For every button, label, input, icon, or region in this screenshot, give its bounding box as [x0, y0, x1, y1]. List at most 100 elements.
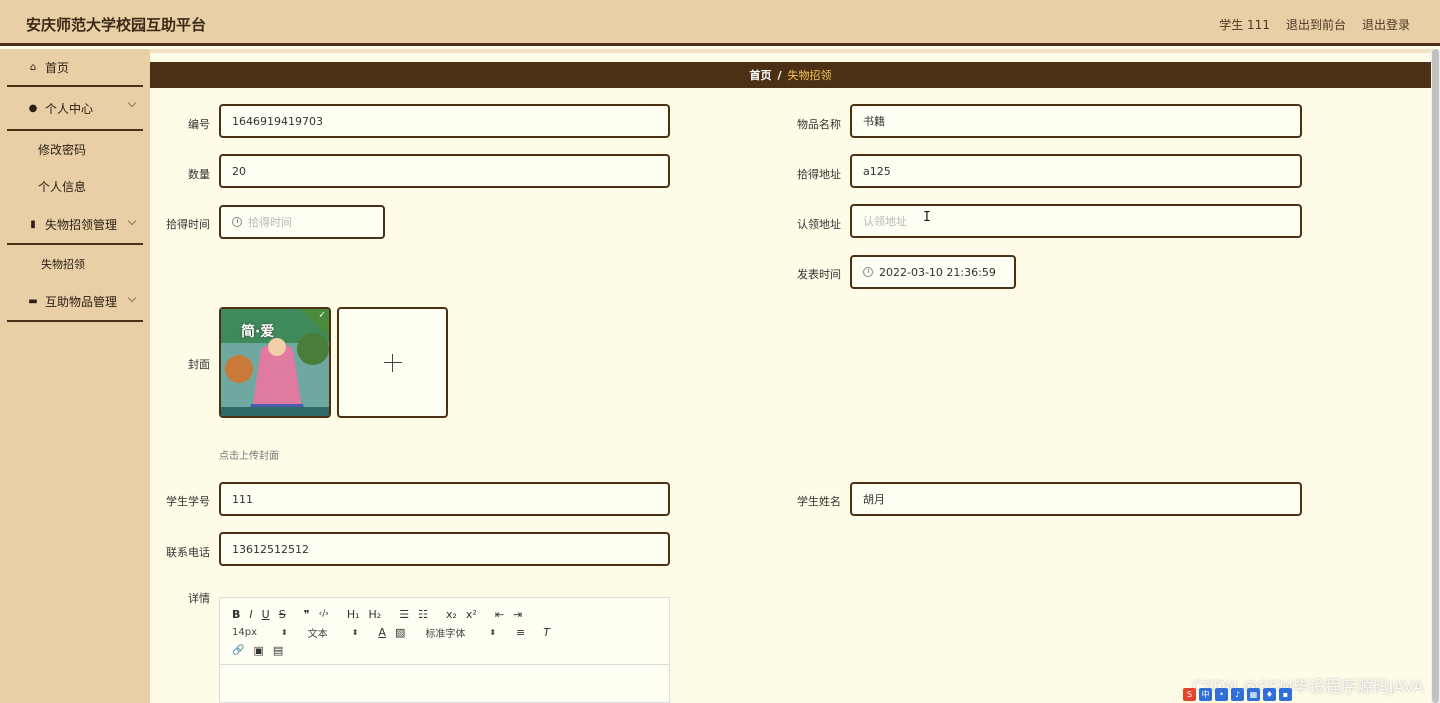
clock-icon — [863, 267, 873, 277]
ime-language-icon[interactable]: 中 — [1199, 688, 1212, 701]
sidebar-item-label: 个人信息 — [38, 180, 87, 194]
logout-link[interactable]: 退出登录 — [1362, 16, 1410, 33]
sidebar-item-personal-center[interactable]: ● 个人中心 — [7, 87, 143, 131]
cover-upload-button[interactable] — [337, 307, 448, 418]
sidebar-item-home[interactable]: ⌂ 首页 — [7, 49, 143, 87]
text-cursor-icon: I — [923, 210, 931, 225]
plus-icon — [383, 353, 402, 372]
breadcrumb-home[interactable]: 首页 — [749, 67, 771, 83]
details-label: 详情 — [188, 592, 210, 605]
indent-button[interactable]: ⇥ — [513, 608, 522, 621]
strike-button[interactable]: S — [279, 608, 286, 621]
blockquote-button[interactable]: ❞ — [304, 608, 310, 621]
clear-format-icon[interactable]: T — [543, 626, 550, 639]
id-field[interactable]: 1646919419703 — [219, 104, 670, 138]
skin-icon[interactable]: ♦ — [1263, 688, 1276, 701]
align-icon[interactable]: ≡ — [516, 626, 525, 639]
sidebar-item-label: 失物招领 — [41, 257, 85, 271]
phone-field[interactable]: 13612512512 — [219, 532, 670, 566]
image-icon[interactable]: ▣ — [253, 644, 263, 657]
text-type-value: 文本 — [307, 628, 328, 640]
publish-time-value: 2022-03-10 21:36:59 — [879, 265, 996, 279]
sidebar-item-mutual-aid-management[interactable]: ▬ 互助物品管理 — [7, 282, 143, 322]
code-block-button[interactable]: ‹/› — [319, 609, 329, 619]
sidebar-item-lost-found-management[interactable]: ▮ 失物招领管理 — [7, 205, 143, 245]
sidebar-item-personal-info[interactable]: 个人信息 — [7, 168, 143, 205]
scrollbar-thumb[interactable] — [1432, 49, 1439, 703]
font-color-icon[interactable]: A — [378, 626, 386, 639]
sidebar-item-label: 个人中心 — [45, 101, 94, 116]
video-icon[interactable]: ▤ — [273, 644, 283, 657]
student-id-label: 学生学号 — [166, 495, 210, 508]
found-address-label: 拾得地址 — [797, 168, 841, 181]
quantity-field[interactable]: 20 — [219, 154, 670, 188]
sidebar-item-label: 首页 — [45, 60, 70, 75]
microphone-icon[interactable]: ♪ — [1231, 688, 1244, 701]
found-time-placeholder: 拾得时间 — [248, 216, 292, 229]
subscript-button[interactable]: x₂ — [446, 608, 457, 621]
background-color-icon[interactable]: ▧ — [395, 626, 405, 639]
editor-toolbar: B I U S ❞ ‹/› H₁ H₂ ☰ ☷ x₂ x² ⇤ ⇥ 14px ⬍ … — [220, 598, 669, 665]
cover-thumbnail[interactable]: 简·爱 ✓ — [219, 307, 331, 418]
sidebar-item-lost-found[interactable]: 失物招领 — [7, 245, 143, 282]
found-address-field[interactable]: a125 — [850, 154, 1302, 188]
text-type-select[interactable]: 文本 ⬍ — [308, 625, 359, 640]
ime-punctuation-icon[interactable]: • — [1215, 688, 1228, 701]
underline-button[interactable]: U — [262, 608, 270, 621]
updown-icon: ⬍ — [489, 627, 497, 637]
item-name-field[interactable]: 书籍 — [850, 104, 1302, 138]
header-actions: 学生 111 退出到前台 退出登录 — [1219, 16, 1410, 33]
content-top-strip — [150, 49, 1431, 53]
sidebar-item-change-password[interactable]: 修改密码 — [7, 131, 143, 168]
publish-time-label: 发表时间 — [797, 268, 841, 281]
editor-toolbar-row: B I U S ❞ ‹/› H₁ H₂ ☰ ☷ x₂ x² ⇤ ⇥ — [232, 605, 657, 623]
apps-icon[interactable]: ▪ — [1279, 688, 1292, 701]
bullet-list-button[interactable]: ☷ — [418, 608, 428, 621]
chevron-down-icon — [127, 98, 137, 108]
rich-text-editor[interactable]: B I U S ❞ ‹/› H₁ H₂ ☰ ☷ x₂ x² ⇤ ⇥ 14px ⬍ … — [219, 597, 670, 703]
clock-icon — [232, 217, 242, 227]
box-icon: ▬ — [28, 295, 38, 307]
cover-upload-hint: 点击上传封面 — [219, 451, 279, 462]
book-icon: ▮ — [30, 218, 36, 230]
phone-label: 联系电话 — [166, 546, 210, 559]
heading2-button[interactable]: H₂ — [369, 608, 382, 621]
font-family-value: 标准字体 — [425, 628, 466, 640]
keyboard-icon[interactable]: ▦ — [1247, 688, 1260, 701]
sidebar-item-label: 修改密码 — [38, 143, 87, 157]
student-name-field[interactable]: 胡月 — [850, 482, 1302, 516]
home-icon: ⌂ — [29, 61, 37, 73]
sidebar: ⌂ 首页 ● 个人中心 修改密码 个人信息 ▮ 失物招领管理 失物招领 ▬ 互助… — [0, 49, 150, 703]
editor-toolbar-row: 🔗 ▣ ▤ — [232, 641, 657, 659]
item-name-label: 物品名称 — [797, 118, 841, 131]
updown-icon: ⬍ — [281, 627, 288, 637]
cover-title-text: 简·爱 — [241, 324, 275, 340]
user-icon: ● — [28, 102, 38, 114]
editor-toolbar-row: 14px ⬍ 文本 ⬍ A ▧ 标准字体 ⬍ ≡ T — [232, 623, 657, 641]
ordered-list-button[interactable]: ☰ — [399, 608, 409, 621]
superscript-button[interactable]: x² — [466, 608, 477, 621]
claim-address-field[interactable]: 认领地址 — [850, 204, 1302, 238]
found-time-picker[interactable]: 拾得时间 — [219, 205, 385, 239]
sidebar-item-label: 失物招领管理 — [45, 217, 118, 232]
book-cover-image — [221, 309, 329, 416]
italic-button[interactable]: I — [249, 608, 252, 621]
ime-logo-icon[interactable]: S — [1183, 688, 1196, 701]
font-size-select[interactable]: 14px ⬍ — [232, 627, 288, 638]
cover-label: 封面 — [188, 358, 210, 371]
vertical-scrollbar[interactable] — [1431, 49, 1440, 703]
font-family-select[interactable]: 标准字体 ⬍ — [425, 625, 496, 640]
heading1-button[interactable]: H₁ — [347, 608, 360, 621]
back-to-front-link[interactable]: 退出到前台 — [1286, 16, 1346, 33]
bold-button[interactable]: B — [232, 608, 240, 621]
publish-time-picker[interactable]: 2022-03-10 21:36:59 — [850, 255, 1016, 289]
claim-address-label: 认领地址 — [797, 218, 841, 231]
student-id-field[interactable]: 111 — [219, 482, 670, 516]
outdent-button[interactable]: ⇤ — [495, 608, 504, 621]
breadcrumb-separator: / — [777, 68, 782, 82]
student-name-label: 学生姓名 — [797, 495, 841, 508]
link-icon[interactable]: 🔗 — [232, 645, 244, 656]
app-title: 安庆师范大学校园互助平台 — [26, 16, 207, 34]
current-user-label: 学生 111 — [1219, 18, 1270, 32]
updown-icon: ⬍ — [351, 627, 359, 637]
